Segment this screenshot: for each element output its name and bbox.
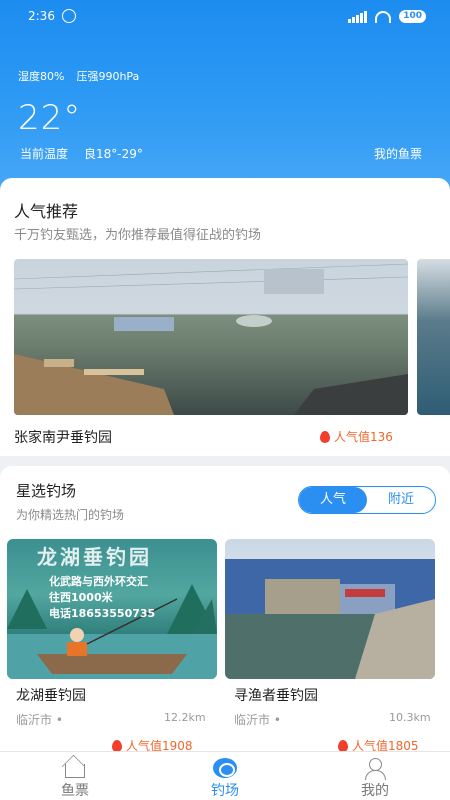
pond-photo-illustration	[225, 559, 435, 679]
pond-photo-illustration	[14, 263, 408, 415]
weather-meta: 湿度80% 压强990hPa	[18, 68, 139, 84]
popular-spot-popularity: 人气值136	[320, 428, 393, 445]
sign-line-1: 化武路与西外环交汇	[49, 575, 148, 588]
fire-icon	[338, 739, 348, 752]
signal-icon	[348, 10, 368, 23]
featured-title: 星选钓场	[16, 482, 77, 500]
pressure-text: 压强990hPa	[76, 70, 140, 83]
sign-line-2: 往西1000米	[49, 591, 113, 604]
sort-toggle: 人气 附近	[298, 486, 436, 514]
sign-line-3: 电话18653550735	[49, 607, 156, 620]
spot-distance-2: 10.3km	[389, 711, 431, 724]
popular-spot-photo[interactable]	[14, 259, 408, 415]
featured-subtitle: 为你精选热门的钓场	[16, 508, 125, 522]
popular-card: 人气推荐 千万钓友甄选，为你推荐最值得征战的钓场 张家南尹垂钓园 人气值136	[0, 178, 450, 456]
nav-tickets[interactable]: 鱼票	[0, 752, 150, 800]
spot-distance-1: 12.2km	[164, 711, 206, 724]
my-ticket-link[interactable]: 我的鱼票	[374, 145, 422, 162]
fishing-spot-icon	[213, 758, 237, 778]
spot-name-2[interactable]: 寻渔者垂钓园	[234, 685, 318, 705]
popular-subtitle: 千万钓友甄选，为你推荐最值得征战的钓场	[14, 228, 262, 243]
spot-thumbnail-1[interactable]: 龙湖垂钓园 化武路与西外环交汇 往西1000米 电话18653550735	[7, 539, 217, 679]
humidity-text: 湿度80%	[18, 70, 65, 83]
spot-city-1: 临沂市 •	[16, 713, 63, 727]
fire-icon	[112, 739, 122, 752]
weather-header: 2:36 100 湿度80% 压强990hPa 22° 当前温度 良18°-29…	[0, 0, 450, 200]
nav-profile-label: 我的	[361, 783, 389, 799]
temperature-label: 当前温度	[20, 147, 69, 161]
popular-title: 人气推荐	[14, 202, 79, 221]
battery-icon: 100	[399, 10, 426, 23]
home-icon	[65, 764, 85, 778]
temperature-value: 22°	[18, 98, 82, 138]
nav-fishing-spots[interactable]: 钓场	[150, 752, 300, 800]
fire-icon	[320, 430, 330, 443]
wifi-icon	[375, 10, 392, 23]
status-time: 2:36	[28, 9, 55, 23]
nav-fishing-spots-label: 钓场	[211, 783, 239, 799]
nav-tickets-label: 鱼票	[61, 783, 89, 799]
temperature-info: 当前温度 良18°-29°	[20, 145, 143, 162]
sign-title: 龙湖垂钓园	[37, 545, 152, 569]
sort-nearby-tab[interactable]: 附近	[367, 487, 435, 513]
featured-card: 星选钓场 为你精选热门的钓场 人气 附近 龙湖垂钓园 化武路与西外环交汇 往西1…	[0, 466, 450, 756]
sort-popular-tab[interactable]: 人气	[299, 487, 367, 513]
air-quality-range: 良18°-29°	[84, 147, 143, 161]
status-bar: 2:36 100	[0, 8, 450, 26]
nav-profile[interactable]: 我的	[300, 752, 450, 800]
spot-city-2: 临沂市 •	[234, 713, 281, 727]
bottom-nav: 鱼票 钓场 我的	[0, 751, 450, 800]
next-spot-photo[interactable]	[417, 259, 450, 415]
popular-spot-name[interactable]: 张家南尹垂钓园	[14, 427, 112, 447]
alarm-icon	[62, 9, 76, 23]
user-icon	[364, 758, 386, 780]
spot-name-1[interactable]: 龙湖垂钓园	[16, 685, 86, 705]
spot-thumbnail-2[interactable]	[225, 539, 435, 679]
popularity-value: 人气值136	[334, 430, 393, 444]
